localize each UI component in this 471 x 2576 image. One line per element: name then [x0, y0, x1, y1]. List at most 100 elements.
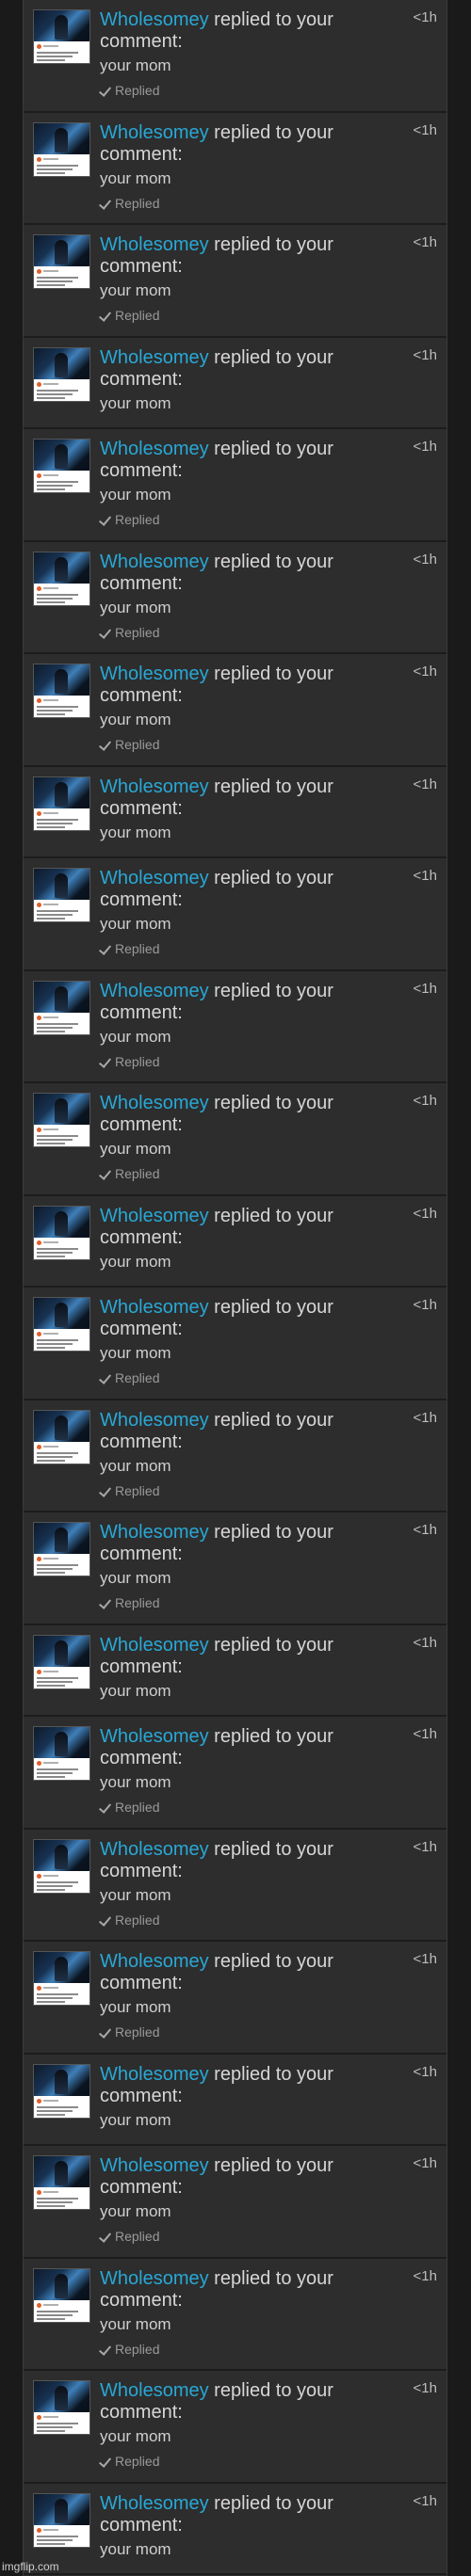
checkmark-icon — [100, 739, 111, 750]
post-thumbnail[interactable] — [33, 2063, 90, 2119]
post-thumbnail[interactable] — [33, 1297, 90, 1352]
checkmark-icon — [100, 1056, 111, 1067]
notification-item[interactable]: <1h Wholesomey replied to your comment: … — [24, 2055, 447, 2146]
post-thumbnail[interactable] — [33, 2492, 90, 2548]
username-link[interactable]: Wholesomey — [100, 981, 209, 1001]
post-thumbnail[interactable] — [33, 234, 90, 289]
post-thumbnail[interactable] — [33, 1634, 90, 1689]
post-thumbnail[interactable] — [33, 980, 90, 1035]
timestamp: <1h — [413, 1522, 437, 1538]
username-link[interactable]: Wholesomey — [100, 347, 209, 368]
notification-item[interactable]: <1h Wholesomey replied to your comment: … — [24, 2371, 447, 2484]
username-link[interactable]: Wholesomey — [100, 1206, 209, 1226]
notification-item[interactable]: <1h Wholesomey replied to your comment: … — [24, 429, 447, 542]
username-link[interactable]: Wholesomey — [100, 868, 209, 888]
reply-status: Replied — [100, 2454, 401, 2469]
notification-content: Wholesomey replied to your comment: your… — [100, 664, 401, 752]
notification-item[interactable]: <1h Wholesomey replied to your comment: … — [24, 654, 447, 767]
post-thumbnail[interactable] — [33, 551, 90, 606]
notification-item[interactable]: <1h Wholesomey replied to your comment: … — [24, 338, 447, 429]
timestamp: <1h — [413, 2155, 437, 2171]
post-thumbnail[interactable] — [33, 776, 90, 831]
notification-item[interactable]: <1h Wholesomey replied to your comment: … — [24, 225, 447, 338]
notification-item[interactable]: <1h Wholesomey replied to your comment: … — [24, 1196, 447, 1288]
thumbnail-caption — [37, 1986, 87, 2003]
post-thumbnail[interactable] — [33, 1726, 90, 1781]
post-thumbnail[interactable] — [33, 1951, 90, 2006]
notification-item[interactable]: <1h Wholesomey replied to your comment: … — [24, 0, 447, 113]
notification-content: Wholesomey replied to your comment: your… — [100, 868, 401, 956]
username-link[interactable]: Wholesomey — [100, 439, 209, 459]
username-link[interactable]: Wholesomey — [100, 664, 209, 684]
username-link[interactable]: Wholesomey — [100, 2380, 209, 2401]
post-thumbnail[interactable] — [33, 9, 90, 64]
post-thumbnail[interactable] — [33, 1093, 90, 1147]
timestamp: <1h — [413, 664, 437, 680]
post-thumbnail[interactable] — [33, 868, 90, 922]
notification-item[interactable]: <1h Wholesomey replied to your comment: … — [24, 1512, 447, 1625]
username-link[interactable]: Wholesomey — [100, 1410, 209, 1431]
username-link[interactable]: Wholesomey — [100, 776, 209, 797]
username-link[interactable]: Wholesomey — [100, 234, 209, 255]
username-link[interactable]: Wholesomey — [100, 1951, 209, 1972]
username-link[interactable]: Wholesomey — [100, 122, 209, 143]
timestamp: <1h — [413, 2063, 437, 2080]
post-thumbnail[interactable] — [33, 1522, 90, 1576]
thumbnail-caption — [37, 2527, 87, 2545]
notification-content: Wholesomey replied to your comment: your… — [100, 1206, 401, 1272]
notification-item[interactable]: <1h Wholesomey replied to your comment: … — [24, 2259, 447, 2371]
username-link[interactable]: Wholesomey — [100, 9, 209, 30]
post-thumbnail[interactable] — [33, 2380, 90, 2435]
post-thumbnail[interactable] — [33, 1205, 90, 1260]
notification-item[interactable]: <1h Wholesomey replied to your comment: … — [24, 113, 447, 225]
reddit-icon — [37, 1873, 41, 1879]
reply-status: Replied — [100, 2024, 401, 2040]
notification-item[interactable]: <1h Wholesomey replied to your comment: … — [24, 1625, 447, 1717]
notification-item[interactable]: <1h Wholesomey replied to your comment: … — [24, 542, 447, 654]
notification-item[interactable]: <1h Wholesomey replied to your comment: … — [24, 767, 447, 858]
notification-item[interactable]: <1h Wholesomey replied to your comment: … — [24, 2484, 447, 2575]
post-thumbnail[interactable] — [33, 2267, 90, 2323]
timestamp: <1h — [413, 2380, 437, 2396]
notification-item[interactable]: <1h Wholesomey replied to your comment: … — [24, 1942, 447, 2055]
post-thumbnail[interactable] — [33, 1838, 90, 1894]
checkmark-icon — [100, 2344, 111, 2355]
thumbnail-image — [34, 2268, 89, 2300]
reply-message: your mom — [100, 1456, 171, 1475]
post-thumbnail[interactable] — [33, 1409, 90, 1464]
username-link[interactable]: Wholesomey — [100, 1635, 209, 1656]
notification-item[interactable]: <1h Wholesomey replied to your comment: … — [24, 1830, 447, 1942]
post-thumbnail[interactable] — [33, 664, 90, 718]
notification-item[interactable]: <1h Wholesomey replied to your comment: … — [24, 2146, 447, 2259]
username-link[interactable]: Wholesomey — [100, 1839, 209, 1860]
post-thumbnail[interactable] — [33, 2155, 90, 2210]
reddit-icon — [37, 2190, 41, 2195]
notification-item[interactable]: <1h Wholesomey replied to your comment: … — [24, 1083, 447, 1196]
notification-content: Wholesomey replied to your comment: your… — [100, 1522, 401, 1610]
reply-status: Replied — [100, 1370, 401, 1385]
username-link[interactable]: Wholesomey — [100, 2064, 209, 2085]
notification-content: Wholesomey replied to your comment: your… — [100, 439, 401, 527]
notification-item[interactable]: <1h Wholesomey replied to your comment: … — [24, 1717, 447, 1830]
reddit-icon — [37, 1669, 41, 1674]
notification-headline: Wholesomey replied to your comment: — [100, 2380, 401, 2424]
reply-message: your mom — [100, 915, 171, 933]
username-link[interactable]: Wholesomey — [100, 1522, 209, 1543]
notification-item[interactable]: <1h Wholesomey replied to your comment: … — [24, 1288, 447, 1400]
username-link[interactable]: Wholesomey — [100, 2155, 209, 2176]
notification-item[interactable]: <1h Wholesomey replied to your comment: … — [24, 1400, 447, 1512]
username-link[interactable]: Wholesomey — [100, 2268, 209, 2289]
notification-item[interactable]: <1h Wholesomey replied to your comment: … — [24, 971, 447, 1083]
username-link[interactable]: Wholesomey — [100, 1726, 209, 1747]
notification-item[interactable]: <1h Wholesomey replied to your comment: … — [24, 858, 447, 971]
reply-status: Replied — [100, 1800, 401, 1815]
username-link[interactable]: Wholesomey — [100, 552, 209, 572]
post-thumbnail[interactable] — [33, 439, 90, 493]
username-link[interactable]: Wholesomey — [100, 1297, 209, 1318]
post-thumbnail[interactable] — [33, 346, 90, 402]
username-link[interactable]: Wholesomey — [100, 2493, 209, 2514]
post-thumbnail[interactable] — [33, 121, 90, 177]
notification-content: Wholesomey replied to your comment: your… — [100, 1839, 401, 1928]
username-link[interactable]: Wholesomey — [100, 1093, 209, 1113]
thumbnail-image — [34, 869, 89, 900]
